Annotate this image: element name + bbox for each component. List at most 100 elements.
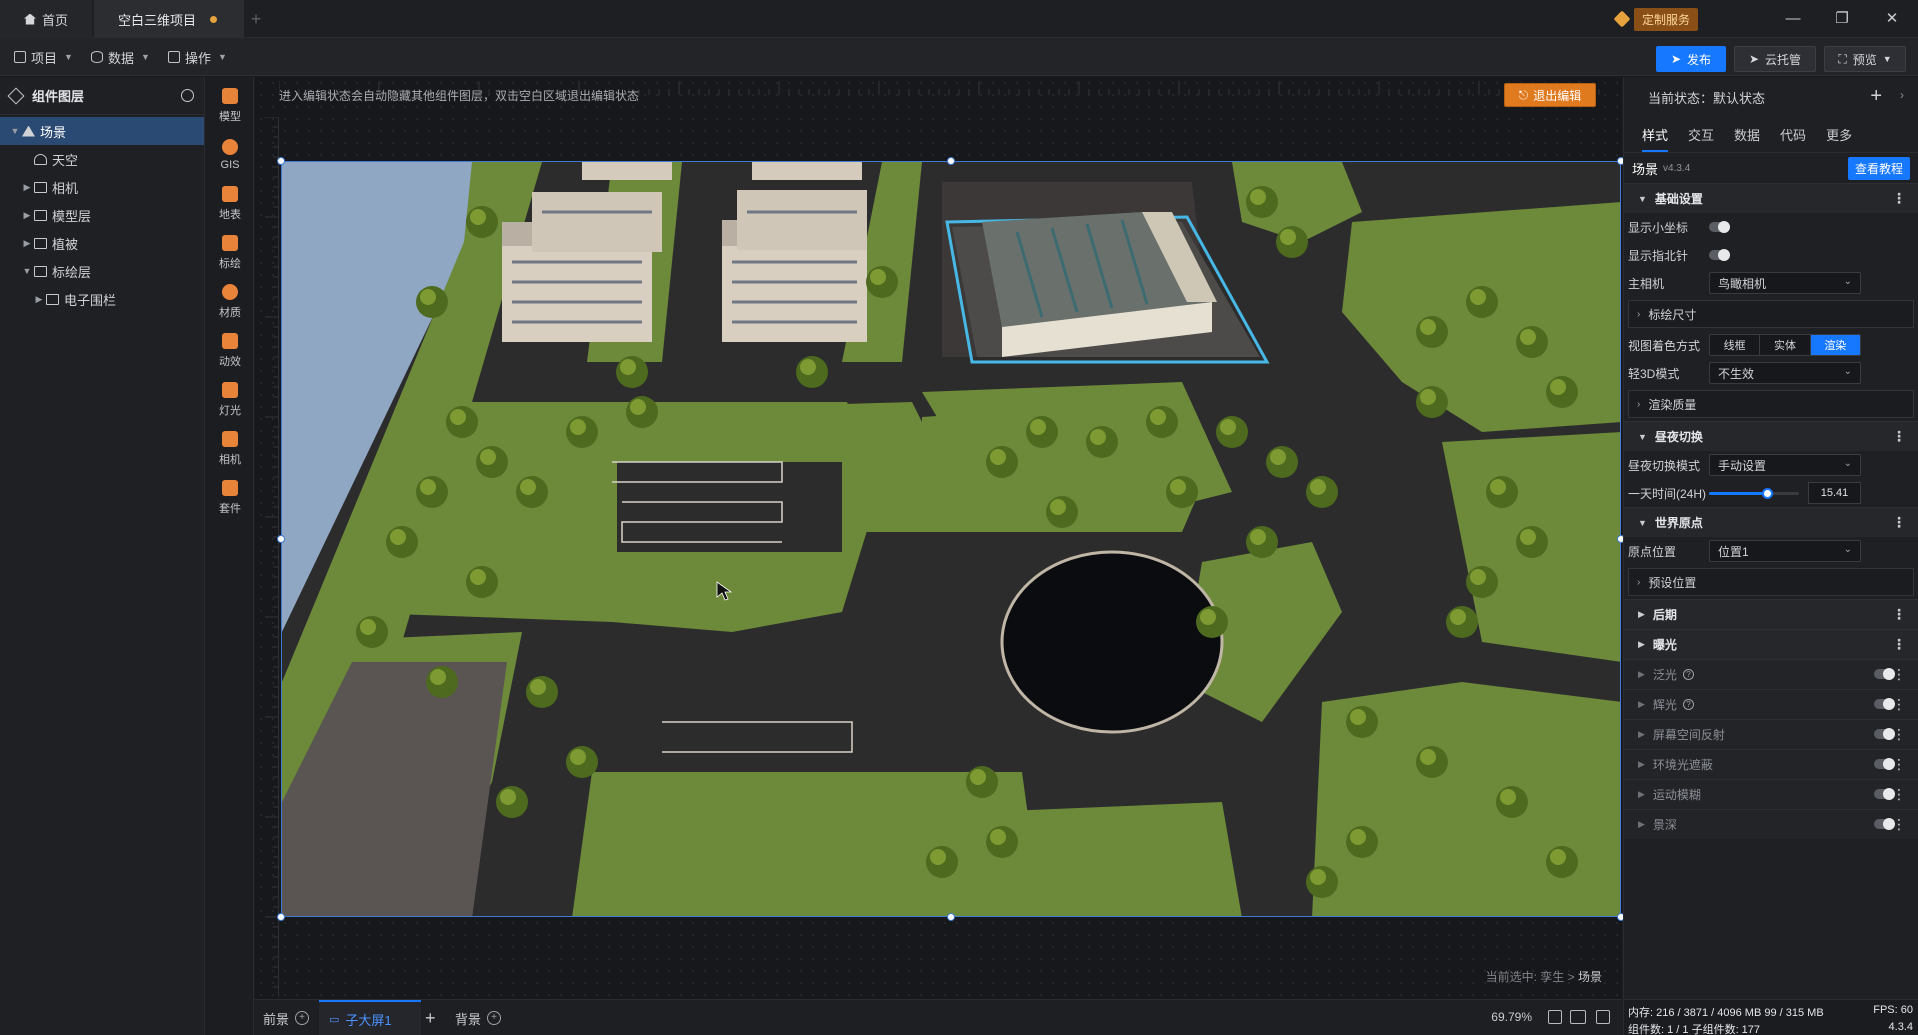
add-state-icon[interactable]: + — [1870, 85, 1882, 108]
resize-handle-bottom-left[interactable] — [277, 913, 285, 921]
tutorial-button[interactable]: 查看教程 — [1847, 156, 1910, 180]
tab-sub-screen[interactable]: ▭ 子大屏1 — [319, 1000, 421, 1035]
section-effect[interactable]: ▶ 屏幕空间反射 ⋮ — [1624, 719, 1918, 749]
help-icon[interactable]: ? — [1682, 669, 1694, 680]
layer-item[interactable]: 天空 — [0, 145, 204, 173]
exit-edit-button[interactable]: ⎋ 退出编辑 — [1504, 83, 1596, 107]
tool-light[interactable]: 灯光 — [206, 375, 254, 425]
restore-icon[interactable]: ❐ — [1829, 6, 1855, 32]
tool-gis[interactable]: GIS — [206, 130, 254, 180]
collapse-preset-position[interactable]: › 预设位置 — [1628, 568, 1914, 596]
main-camera-select[interactable]: 鸟瞰相机 ⌄ — [1709, 272, 1861, 294]
terminal-icon[interactable] — [1596, 1010, 1610, 1024]
tab-background[interactable]: 背景 + — [455, 1000, 525, 1035]
time-of-day-slider[interactable] — [1709, 488, 1799, 499]
effect-toggle[interactable] — [1874, 668, 1895, 680]
color-mode-option[interactable]: 实体 — [1760, 335, 1811, 355]
more-vertical-icon[interactable]: ⋮ — [1892, 635, 1906, 653]
layer-item[interactable]: ▼ 场景 — [0, 117, 204, 145]
effect-toggle[interactable] — [1874, 818, 1895, 830]
preview-button[interactable]: ⛶ 预览 ▼ — [1824, 46, 1906, 72]
property-tab[interactable]: 交互 — [1688, 125, 1714, 144]
section-effect[interactable]: ▶ 景深 ⋮ — [1624, 809, 1918, 839]
caret-right-icon[interactable]: ▶ — [20, 238, 34, 249]
zoom-level[interactable]: 69.79% — [1491, 1010, 1532, 1024]
section-origin[interactable]: ▼ 世界原点 ⋮ — [1624, 507, 1918, 537]
section-effect[interactable]: ▶ 环境光遮蔽 ⋮ — [1624, 749, 1918, 779]
tab-project[interactable]: 空白三维项目 — [94, 0, 244, 38]
color-mode-option[interactable]: 线框 — [1710, 335, 1761, 355]
editor-canvas[interactable]: 进入编辑状态会自动隐藏其他组件图层，双击空白区域退出编辑状态 ⎋ 退出编辑 当前… — [255, 77, 1625, 999]
more-vertical-icon[interactable]: ⋮ — [1892, 695, 1906, 713]
resize-handle-left[interactable] — [277, 535, 285, 543]
tool-camera[interactable]: 相机 — [206, 424, 254, 474]
effect-toggle[interactable] — [1874, 788, 1895, 800]
add-screen-icon[interactable]: + — [425, 1000, 445, 1035]
effect-toggle[interactable] — [1874, 698, 1895, 710]
more-vertical-icon[interactable]: ⋮ — [1892, 785, 1906, 803]
tab-home[interactable]: 首页 — [0, 0, 92, 38]
layer-item[interactable]: ▶ 相机 — [0, 173, 204, 201]
help-icon[interactable]: ? — [1682, 699, 1694, 710]
property-tab[interactable]: 更多 — [1826, 125, 1852, 144]
caret-right-icon[interactable]: ▶ — [20, 210, 34, 221]
breadcrumb-current[interactable]: 场景 — [1578, 970, 1602, 984]
tool-model[interactable]: 模型 — [206, 81, 254, 131]
more-vertical-icon[interactable]: ⋮ — [1892, 755, 1906, 773]
caret-down-icon[interactable]: ▼ — [20, 266, 34, 276]
fit-screen-icon[interactable] — [1548, 1010, 1562, 1024]
layer-item[interactable]: ▶ 植被 — [0, 229, 204, 257]
minimize-icon[interactable]: — — [1780, 6, 1806, 32]
section-exposure[interactable]: ▶ 曝光 ⋮ — [1624, 629, 1918, 659]
menu-project[interactable]: 项目 ▼ — [14, 38, 73, 76]
resize-handle-top[interactable] — [947, 157, 955, 165]
effect-toggle[interactable] — [1874, 758, 1895, 770]
keyboard-icon[interactable] — [1570, 1010, 1586, 1024]
effect-toggle[interactable] — [1874, 728, 1895, 740]
tool-terrain[interactable]: 地表 — [206, 179, 254, 229]
more-vertical-icon[interactable]: ⋮ — [1892, 605, 1906, 623]
layer-item[interactable]: ▶ 模型层 — [0, 201, 204, 229]
more-vertical-icon[interactable]: ⋮ — [1892, 725, 1906, 743]
section-effect[interactable]: ▶ 泛光? ⋮ — [1624, 659, 1918, 689]
layer-item[interactable]: ▶ 电子围栏 — [0, 285, 204, 313]
chevron-right-icon[interactable]: › — [1900, 88, 1904, 102]
caret-down-icon[interactable]: ▼ — [8, 126, 22, 136]
origin-position-select[interactable]: 位置1 ⌄ — [1709, 540, 1861, 562]
more-vertical-icon[interactable]: ⋮ — [1892, 427, 1906, 445]
resize-handle-bottom[interactable] — [947, 913, 955, 921]
time-of-day-input[interactable]: 15.41 — [1808, 482, 1861, 504]
section-effect[interactable]: ▶ 辉光? ⋮ — [1624, 689, 1918, 719]
show-coords-toggle[interactable] — [1709, 221, 1730, 233]
tool-kit[interactable]: 套件 — [206, 473, 254, 523]
menu-data[interactable]: 数据 ▼ — [91, 38, 150, 76]
collapse-render-quality[interactable]: › 渲染质量 — [1628, 390, 1914, 418]
cloud-host-button[interactable]: ➤ 云托管 — [1734, 46, 1816, 72]
collapse-marker-size[interactable]: › 标绘尺寸 — [1628, 300, 1914, 328]
custom-service[interactable]: 定制服务 — [1613, 7, 1698, 31]
resize-handle-top-left[interactable] — [277, 157, 285, 165]
property-tab[interactable]: 样式 — [1642, 125, 1669, 152]
section-post[interactable]: ▶ 后期 ⋮ — [1624, 599, 1918, 629]
section-basic[interactable]: ▼ 基础设置 ⋮ — [1624, 183, 1918, 213]
publish-button[interactable]: ➤ 发布 — [1656, 46, 1726, 72]
current-state-label[interactable]: 当前状态：默认状态 — [1648, 88, 1765, 107]
tool-material[interactable]: 材质 — [206, 277, 254, 327]
more-vertical-icon[interactable]: ⋮ — [1892, 189, 1906, 207]
more-vertical-icon[interactable]: ⋮ — [1892, 665, 1906, 683]
daynight-mode-select[interactable]: 手动设置 ⌄ — [1709, 454, 1861, 476]
search-icon[interactable] — [181, 89, 194, 102]
add-tab-icon[interactable]: + — [246, 9, 266, 29]
caret-right-icon[interactable]: ▶ — [32, 294, 46, 305]
section-effect[interactable]: ▶ 运动模糊 ⋮ — [1624, 779, 1918, 809]
property-tab[interactable]: 数据 — [1734, 125, 1760, 144]
property-tab[interactable]: 代码 — [1780, 125, 1806, 144]
3d-scene-viewport[interactable] — [281, 161, 1621, 917]
tab-foreground[interactable]: 前景 + — [263, 1000, 313, 1035]
color-mode-option[interactable]: 渲染 — [1810, 335, 1860, 355]
light3d-select[interactable]: 不生效 ⌄ — [1709, 362, 1861, 384]
more-vertical-icon[interactable]: ⋮ — [1892, 815, 1906, 833]
tool-marker[interactable]: 标绘 — [206, 228, 254, 278]
add-circle-icon[interactable]: + — [487, 1011, 502, 1025]
show-compass-toggle[interactable] — [1709, 249, 1730, 261]
